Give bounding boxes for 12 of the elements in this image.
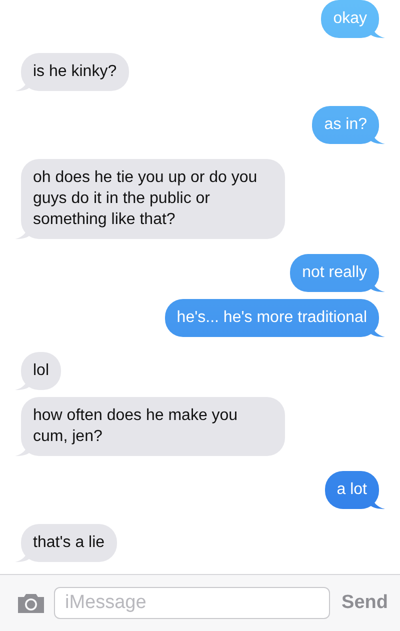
received-message: lol <box>21 352 62 390</box>
received-message: how often does he make you cum, jen? <box>21 397 285 456</box>
sent-message: a lot <box>324 471 379 509</box>
received-message: oh does he tie you up or do you guys do it in the public or something like that? <box>21 159 285 239</box>
sent-message: as in? <box>312 106 379 144</box>
sent-message: okay <box>321 0 379 38</box>
received-message: that's a lie <box>21 524 117 562</box>
sent-message: he's... he's more traditional <box>164 299 379 337</box>
camera-icon[interactable] <box>16 591 46 615</box>
received-message: is he kinky? <box>21 53 129 91</box>
message-input[interactable]: iMessage <box>54 587 330 619</box>
sent-message: not really <box>290 254 379 292</box>
